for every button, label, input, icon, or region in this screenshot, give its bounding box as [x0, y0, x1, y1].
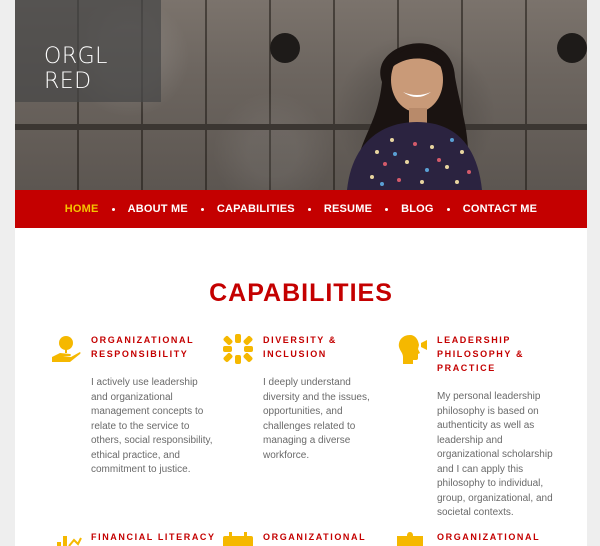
capability-card: FINANCIAL LITERACY	[50, 530, 220, 546]
capability-title: ORGANIZATIONAL	[263, 532, 367, 542]
capability-card: ORGANIZATIONAL	[222, 530, 392, 546]
capability-card: ORGANIZATIONAL	[396, 530, 566, 546]
bar-chart-icon	[57, 536, 82, 546]
capability-title: DIVERSITY & INCLUSION	[263, 335, 337, 359]
capability-card: LEADERSHIP PHILOSOPHY & PRACTICE My pers…	[396, 333, 566, 523]
portrait-image	[347, 43, 482, 190]
page: ORGL RED HOME ABOUT ME CAPABILITIES RESU…	[15, 0, 587, 546]
nav-capabilities[interactable]: CAPABILITIES	[204, 203, 308, 215]
capability-description: My personal leadership philosophy is bas…	[437, 391, 553, 518]
site-logo-text[interactable]: ORGL RED	[44, 44, 161, 94]
capability-title: LEADERSHIP PHILOSOPHY & PRACTICE	[437, 335, 525, 373]
capability-card: ORGANIZATIONAL RESPONSIBILITY I actively…	[50, 333, 220, 483]
main-nav: HOME ABOUT ME CAPABILITIES RESUME BLOG C…	[15, 190, 587, 228]
head-speaking-icon	[398, 335, 427, 364]
hero-banner: ORGL RED	[15, 0, 587, 190]
capability-description: I deeply understand diversity and the is…	[263, 377, 370, 461]
hand-plant-icon	[52, 336, 81, 362]
puzzle-icon	[397, 532, 423, 546]
capability-title: FINANCIAL LITERACY	[91, 532, 216, 542]
capability-title: ORGANIZATIONAL RESPONSIBILITY	[91, 335, 195, 359]
capability-title: ORGANIZATIONAL	[437, 532, 541, 542]
page-title: CAPABILITIES	[209, 279, 393, 307]
nav-contact-me[interactable]: CONTACT ME	[450, 203, 551, 215]
nav-blog[interactable]: BLOG	[388, 203, 447, 215]
calendar-icon	[223, 532, 253, 546]
site-logo-box[interactable]: ORGL RED	[15, 0, 161, 102]
nav-home[interactable]: HOME	[52, 203, 112, 215]
nav-about-me[interactable]: ABOUT ME	[115, 203, 201, 215]
capability-description: I actively use leadership and organizati…	[91, 377, 213, 475]
diversity-hands-icon	[223, 334, 253, 364]
capability-card: DIVERSITY & INCLUSION I deeply understan…	[222, 333, 392, 483]
nav-resume[interactable]: RESUME	[311, 203, 385, 215]
